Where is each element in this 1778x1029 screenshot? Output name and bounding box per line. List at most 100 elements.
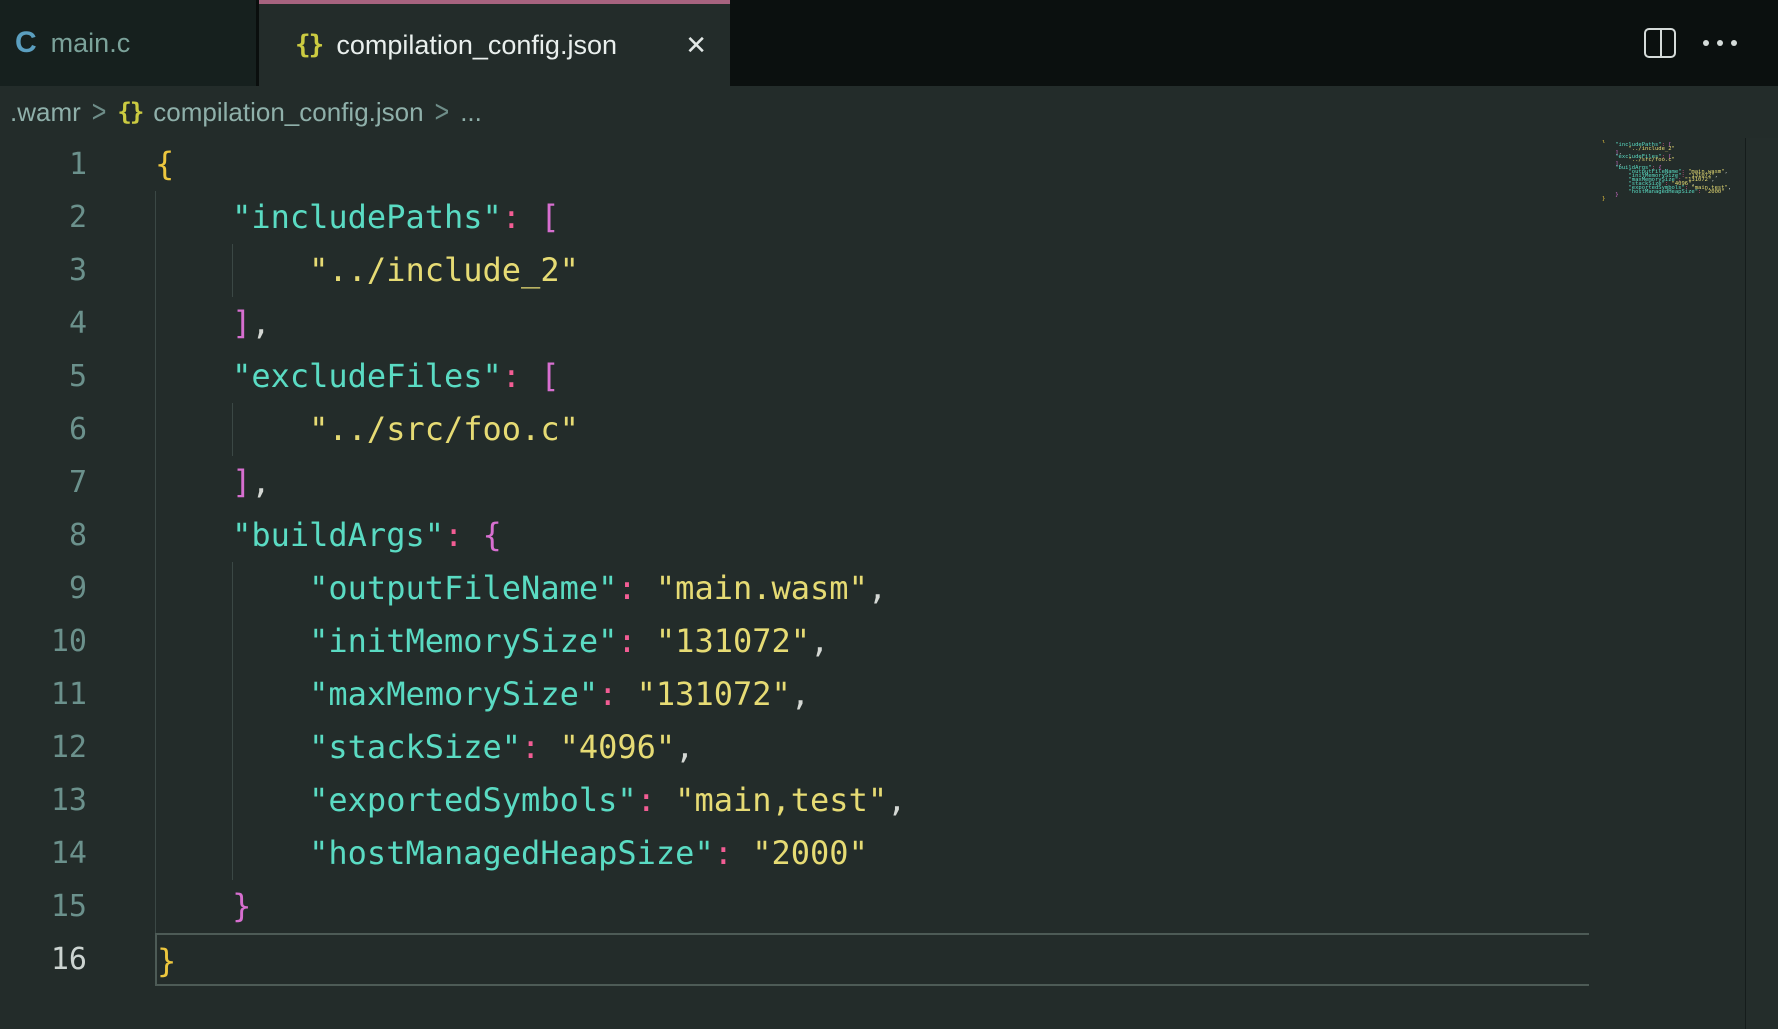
indent-guide xyxy=(232,615,233,668)
line-content: "includePaths": [ xyxy=(155,191,1597,244)
token-punct: : xyxy=(617,622,636,660)
code-line-1[interactable]: 1{ xyxy=(0,138,1597,191)
token-default xyxy=(656,781,675,819)
indent-guide xyxy=(155,350,156,403)
chevron-right-icon: > xyxy=(435,94,450,130)
tab-label: main.c xyxy=(51,28,131,59)
indent-guide xyxy=(232,774,233,827)
token-default xyxy=(155,463,232,501)
line-number-5[interactable]: 5 xyxy=(0,350,155,403)
line-number-16[interactable]: 16 xyxy=(0,933,155,986)
token-punct: : xyxy=(714,834,733,872)
breadcrumb-item-wamr[interactable]: .wamr xyxy=(10,97,81,128)
token-default xyxy=(521,198,540,236)
line-content: "hostManagedHeapSize": "2000" xyxy=(155,827,1597,880)
tab-main-c[interactable]: C main.c xyxy=(0,0,259,86)
code-line-3[interactable]: 3 "../include_2" xyxy=(0,244,1597,297)
breadcrumb-item-file[interactable]: compilation_config.json xyxy=(153,97,423,128)
line-content: { xyxy=(155,138,1597,191)
token-string: "4096" xyxy=(560,728,676,766)
indent-guide xyxy=(155,297,156,350)
token-punct: : xyxy=(637,781,656,819)
token-default xyxy=(637,622,656,660)
line-content: "stackSize": "4096", xyxy=(155,721,1597,774)
token-default: , xyxy=(251,304,270,342)
token-punct: : xyxy=(502,357,521,395)
tab-label: compilation_config.json xyxy=(336,30,617,61)
code-line-4[interactable]: 4 ], xyxy=(0,297,1597,350)
line-number-13[interactable]: 13 xyxy=(0,774,155,827)
json-file-icon: {} xyxy=(117,98,142,126)
line-number-3[interactable]: 3 xyxy=(0,244,155,297)
close-tab-icon[interactable]: ✕ xyxy=(685,32,707,58)
json-file-icon: {} xyxy=(295,30,322,60)
token-key: "exportedSymbols" xyxy=(309,781,637,819)
line-number-9[interactable]: 9 xyxy=(0,562,155,615)
token-bracket2: } xyxy=(232,887,251,925)
breadcrumb-item-symbol[interactable]: ... xyxy=(460,97,482,128)
code-line-13[interactable]: 13 "exportedSymbols": "main,test", xyxy=(0,774,1597,827)
code-line-16[interactable]: 16} xyxy=(0,933,1597,986)
code-line-9[interactable]: 9 "outputFileName": "main.wasm", xyxy=(0,562,1597,615)
line-number-10[interactable]: 10 xyxy=(0,615,155,668)
indent-guide xyxy=(155,668,156,721)
c-file-icon: C xyxy=(15,26,37,60)
minimap[interactable]: { "includePaths": [ "../include_2" ], "e… xyxy=(1597,140,1745,202)
token-bracket1: { xyxy=(155,145,174,183)
code-line-15[interactable]: 15 } xyxy=(0,880,1597,933)
line-number-11[interactable]: 11 xyxy=(0,668,155,721)
code-line-11[interactable]: 11 "maxMemorySize": "131072", xyxy=(0,668,1597,721)
line-content: "excludeFiles": [ xyxy=(155,350,1597,403)
code-line-2[interactable]: 2 "includePaths": [ xyxy=(0,191,1597,244)
indent-guide xyxy=(232,668,233,721)
indent-guide xyxy=(155,880,156,933)
line-number-6[interactable]: 6 xyxy=(0,403,155,456)
line-number-15[interactable]: 15 xyxy=(0,880,155,933)
line-number-2[interactable]: 2 xyxy=(0,191,155,244)
token-string: "../include_2" xyxy=(309,251,579,289)
chevron-right-icon: > xyxy=(92,94,107,130)
code-line-7[interactable]: 7 ], xyxy=(0,456,1597,509)
token-bracket1: } xyxy=(157,942,176,980)
line-content: "exportedSymbols": "main,test", xyxy=(155,774,1597,827)
token-string: "../src/foo.c" xyxy=(309,410,579,448)
line-number-12[interactable]: 12 xyxy=(0,721,155,774)
code-editor[interactable]: 1{2 "includePaths": [3 "../include_2"4 ]… xyxy=(0,138,1778,1029)
line-number-8[interactable]: 8 xyxy=(0,509,155,562)
indent-guide xyxy=(232,827,233,880)
token-punct: : xyxy=(502,198,521,236)
tab-bar: C main.c {} compilation_config.json ✕ xyxy=(0,0,1778,86)
token-key: "buildArgs" xyxy=(232,516,444,554)
code-line-10[interactable]: 10 "initMemorySize": "131072", xyxy=(0,615,1597,668)
token-default xyxy=(155,887,232,925)
code-line-6[interactable]: 6 "../src/foo.c" xyxy=(0,403,1597,456)
breadcrumb: .wamr > {} compilation_config.json > ... xyxy=(0,86,1778,138)
line-number-1[interactable]: 1 xyxy=(0,138,155,191)
indent-guide xyxy=(232,244,233,297)
indent-guide xyxy=(155,403,156,456)
line-number-14[interactable]: 14 xyxy=(0,827,155,880)
indent-guide xyxy=(155,562,156,615)
token-key: "stackSize" xyxy=(309,728,521,766)
token-punct: : xyxy=(521,728,540,766)
indent-guide xyxy=(232,403,233,456)
tab-compilation-config-json[interactable]: {} compilation_config.json ✕ xyxy=(259,0,730,86)
code-line-12[interactable]: 12 "stackSize": "4096", xyxy=(0,721,1597,774)
line-number-4[interactable]: 4 xyxy=(0,297,155,350)
token-string: "131072" xyxy=(656,622,810,660)
token-default xyxy=(155,516,232,554)
indent-guide xyxy=(232,721,233,774)
code-line-14[interactable]: 14 "hostManagedHeapSize": "2000" xyxy=(0,827,1597,880)
split-editor-icon[interactable] xyxy=(1644,28,1676,58)
more-actions-icon[interactable] xyxy=(1703,40,1737,46)
indent-guide xyxy=(155,721,156,774)
token-key: "includePaths" xyxy=(232,198,502,236)
token-default: , xyxy=(251,463,270,501)
indent-guide xyxy=(155,827,156,880)
indent-guide xyxy=(155,509,156,562)
token-string: "131072" xyxy=(637,675,791,713)
code-line-5[interactable]: 5 "excludeFiles": [ xyxy=(0,350,1597,403)
code-line-8[interactable]: 8 "buildArgs": { xyxy=(0,509,1597,562)
vertical-scrollbar[interactable] xyxy=(1745,138,1778,1029)
line-number-7[interactable]: 7 xyxy=(0,456,155,509)
